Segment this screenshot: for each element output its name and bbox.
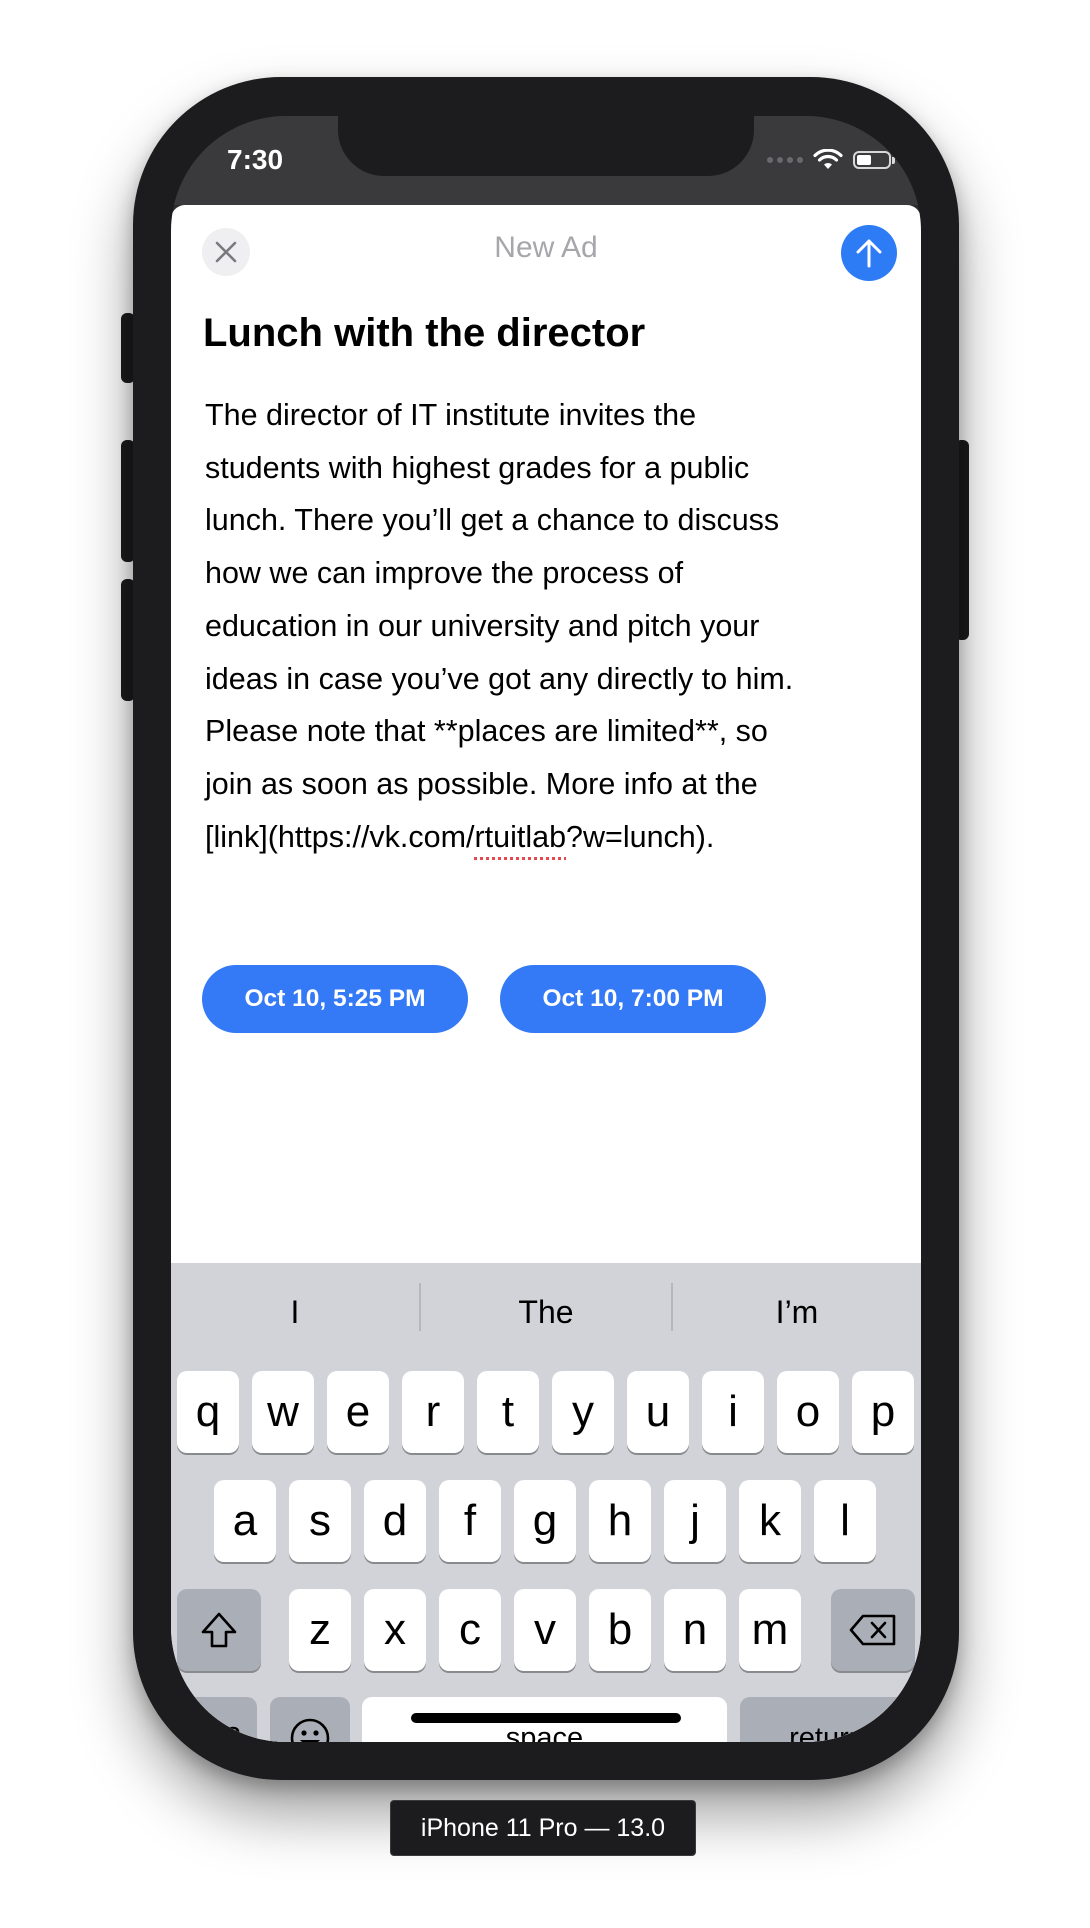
status-time: 7:30: [227, 144, 284, 175]
key-o[interactable]: o: [777, 1371, 839, 1453]
key-p[interactable]: p: [852, 1371, 914, 1453]
link-text-start: [link](https://vk.com/: [205, 819, 475, 854]
suggestion-3[interactable]: I’m: [673, 1263, 921, 1361]
body-line: Please note that **places are limited**,…: [205, 714, 768, 749]
body-line: join as soon as possible. More info at t…: [205, 766, 758, 801]
notch: [338, 116, 754, 176]
emoji-icon: [290, 1718, 330, 1742]
status-bar: 7:30: [171, 116, 921, 205]
key-g[interactable]: g: [514, 1480, 576, 1562]
key-n[interactable]: n: [664, 1589, 726, 1671]
key-u[interactable]: u: [627, 1371, 689, 1453]
shift-key[interactable]: [177, 1589, 261, 1671]
suggestion-divider: [419, 1283, 421, 1331]
simulator-device-label: iPhone 11 Pro — 13.0: [390, 1800, 696, 1856]
key-a[interactable]: a: [214, 1480, 276, 1562]
ad-description-field[interactable]: The director of IT institute invites the…: [205, 389, 895, 863]
key-w[interactable]: w: [252, 1371, 314, 1453]
shift-icon: [201, 1612, 237, 1648]
predictive-bar: I The I’m: [171, 1263, 921, 1361]
backspace-icon: [849, 1614, 896, 1646]
numbers-key[interactable]: 123: [177, 1697, 257, 1742]
end-date-button[interactable]: Oct 10, 7:00 PM: [500, 965, 766, 1033]
screen: 7:30 New Ad Lunch with the director The …: [171, 116, 921, 1742]
body-line: students with highest grades for a publi…: [205, 450, 750, 485]
body-line: education in our university and pitch yo…: [205, 608, 760, 643]
key-y[interactable]: y: [552, 1371, 614, 1453]
suggestion-2[interactable]: The: [422, 1263, 670, 1361]
wifi-icon: [813, 149, 843, 169]
arrow-up-icon: [856, 239, 882, 268]
key-c[interactable]: c: [439, 1589, 501, 1671]
cellular-signal-icon: [767, 157, 803, 163]
publish-button[interactable]: [841, 225, 897, 281]
return-key[interactable]: return: [740, 1697, 914, 1742]
body-line: ideas in case you’ve got any directly to…: [205, 661, 794, 696]
body-line: The director of IT institute invites the: [205, 398, 697, 432]
key-l[interactable]: l: [814, 1480, 876, 1562]
key-m[interactable]: m: [739, 1589, 801, 1671]
key-x[interactable]: x: [364, 1589, 426, 1671]
key-b[interactable]: b: [589, 1589, 651, 1671]
emoji-key[interactable]: [270, 1697, 350, 1742]
key-j[interactable]: j: [664, 1480, 726, 1562]
keyboard: I The I’m q w e r t y u i o p a s d f g …: [171, 1263, 921, 1742]
start-date-button[interactable]: Oct 10, 5:25 PM: [202, 965, 468, 1033]
key-k[interactable]: k: [739, 1480, 801, 1562]
key-i[interactable]: i: [702, 1371, 764, 1453]
key-v[interactable]: v: [514, 1589, 576, 1671]
body-line: lunch. There you’ll get a chance to disc…: [205, 503, 780, 538]
key-s[interactable]: s: [289, 1480, 351, 1562]
ad-title-field[interactable]: Lunch with the director: [203, 311, 645, 356]
key-t[interactable]: t: [477, 1371, 539, 1453]
key-d[interactable]: d: [364, 1480, 426, 1562]
body-line: [link](https://vk.com/rtuitlab?w=lunch).: [205, 811, 895, 864]
new-ad-sheet: New Ad Lunch with the director The direc…: [171, 205, 921, 1742]
key-e[interactable]: e: [327, 1371, 389, 1453]
battery-level-fill: [857, 155, 871, 165]
battery-icon: [853, 151, 895, 169]
key-q[interactable]: q: [177, 1371, 239, 1453]
suggestion-1[interactable]: I: [171, 1263, 419, 1361]
home-indicator[interactable]: [411, 1713, 681, 1723]
key-z[interactable]: z: [289, 1589, 351, 1671]
nav-title: New Ad: [494, 231, 598, 264]
misspelled-word: rtuitlab: [474, 819, 567, 854]
key-h[interactable]: h: [589, 1480, 651, 1562]
link-text-end: ?w=lunch).: [566, 819, 715, 854]
key-r[interactable]: r: [402, 1371, 464, 1453]
status-icons: [767, 149, 895, 171]
body-line: how we can improve the process of: [205, 556, 684, 591]
key-f[interactable]: f: [439, 1480, 501, 1562]
backspace-key[interactable]: [831, 1589, 915, 1671]
